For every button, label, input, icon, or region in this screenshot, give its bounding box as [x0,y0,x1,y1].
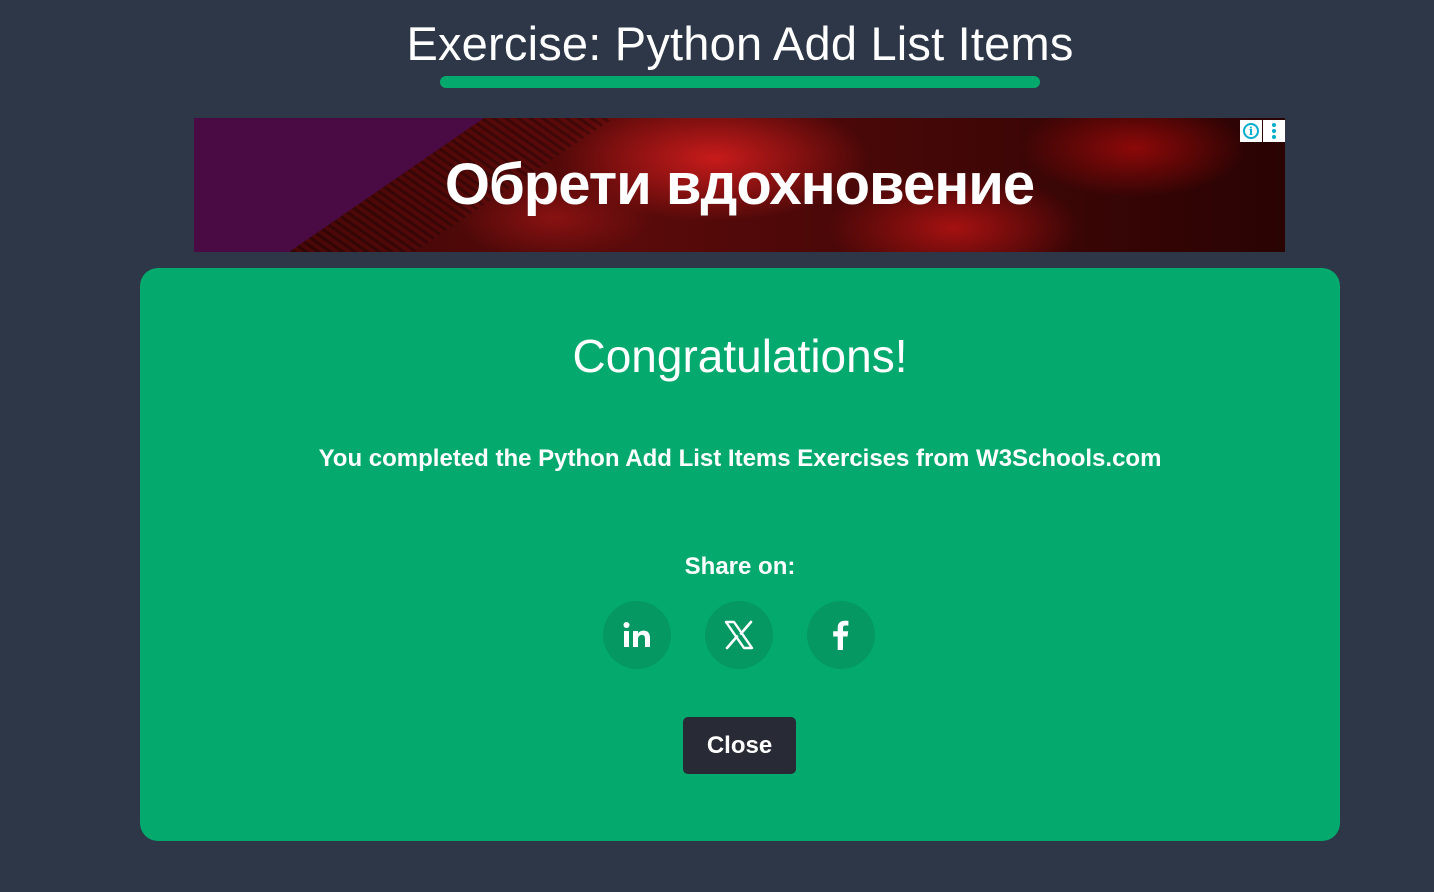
x-twitter-icon [724,620,754,650]
share-x-button[interactable] [705,601,773,669]
ad-headline[interactable]: Обрети вдохновение [194,148,1285,222]
linkedin-icon [623,622,650,647]
ad-banner[interactable]: Обрети вдохновение i [194,118,1285,252]
share-buttons [603,601,875,669]
share-label: Share on: [684,553,796,580]
page: Exercise: Python Add List Items Обрети в… [0,0,1434,892]
title-underline [440,76,1040,88]
completion-message: You completed the Python Add List Items … [318,445,1162,472]
page-title: Exercise: Python Add List Items [406,17,1074,70]
close-button[interactable]: Close [683,717,796,774]
congratulations-modal: Congratulations! You completed the Pytho… [140,268,1340,841]
modal-heading: Congratulations! [572,330,908,382]
ad-choices[interactable]: i [1239,120,1285,142]
more-vertical-icon[interactable] [1263,120,1285,142]
share-linkedin-button[interactable] [603,601,671,669]
info-icon[interactable]: i [1240,120,1262,142]
share-facebook-button[interactable] [807,601,875,669]
facebook-icon [833,620,849,650]
